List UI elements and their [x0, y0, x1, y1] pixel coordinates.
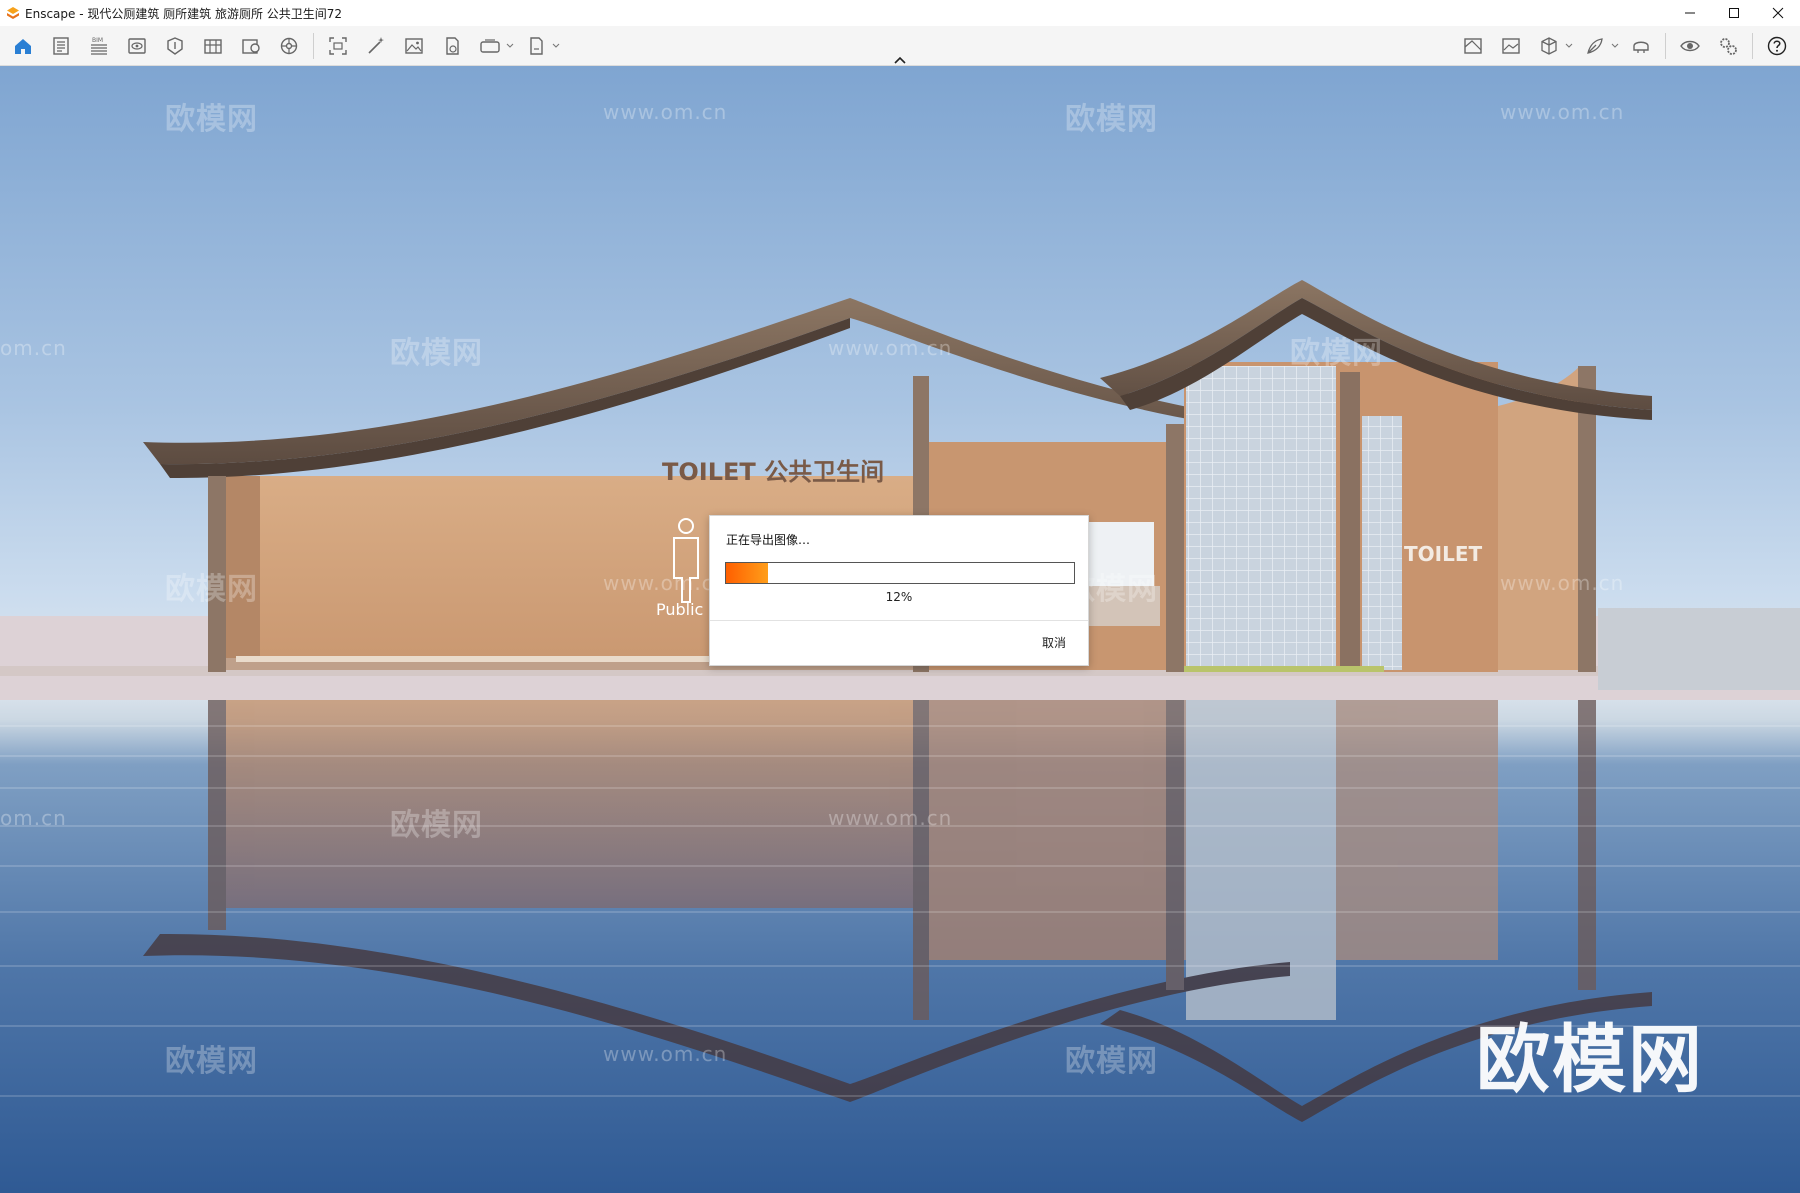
- watermark: 欧模网: [165, 1044, 258, 1079]
- eye-icon: [1680, 40, 1700, 52]
- help-icon: [1767, 36, 1787, 56]
- capture-button[interactable]: [322, 30, 354, 62]
- document-icon: [53, 37, 69, 55]
- map-button[interactable]: [1457, 30, 1489, 62]
- svg-text:BIM: BIM: [92, 37, 103, 44]
- panorama-icon: [480, 39, 500, 53]
- watermark-url: om.cn: [0, 336, 67, 360]
- batch-button[interactable]: [436, 30, 468, 62]
- settings-wheel-button[interactable]: [273, 30, 305, 62]
- chevron-down-icon: [552, 43, 560, 48]
- capture-icon: [329, 37, 347, 55]
- view-icon: [128, 38, 146, 54]
- home-icon: [15, 39, 31, 54]
- chevron-down-icon: [1611, 43, 1619, 48]
- dialog-message: 正在导出图像…: [726, 533, 811, 547]
- magic-button[interactable]: [360, 30, 392, 62]
- progress-bar-fill: [726, 563, 768, 583]
- gears-icon: [1720, 38, 1737, 55]
- toolbar-separator: [313, 33, 314, 59]
- material-button[interactable]: [235, 30, 267, 62]
- brand-watermark: 欧模网: [1476, 1017, 1704, 1103]
- progress-bar: [725, 562, 1075, 584]
- dialog-divider: [710, 620, 1088, 621]
- minimize-button[interactable]: [1668, 0, 1712, 26]
- bim-icon: BIM: [91, 37, 107, 55]
- maximize-button[interactable]: [1712, 0, 1756, 26]
- watermark-url: www.om.cn: [828, 806, 953, 830]
- cube-button[interactable]: [1533, 30, 1565, 62]
- cancel-button[interactable]: 取消: [1042, 634, 1066, 651]
- building-sign-public: Public: [656, 600, 704, 619]
- watermark: 欧模网: [390, 808, 483, 843]
- watermark-url: www.om.cn: [603, 100, 728, 124]
- panorama-dropdown[interactable]: [505, 30, 515, 62]
- library-button[interactable]: [197, 30, 229, 62]
- library-icon: [204, 39, 222, 54]
- bim-button[interactable]: BIM: [83, 30, 115, 62]
- settings-wheel-icon: [280, 37, 298, 55]
- watermark: 欧模网: [390, 336, 483, 371]
- feather-icon: [1587, 38, 1603, 54]
- maximize-icon: [1729, 8, 1739, 18]
- eye-button[interactable]: [1674, 30, 1706, 62]
- magic-icon: [368, 37, 384, 54]
- watermark: 欧模网: [1065, 102, 1158, 137]
- building-sign-main: TOILET 公共卫生间: [662, 458, 885, 486]
- gallery-button[interactable]: [1495, 30, 1527, 62]
- watermark-url: www.om.cn: [828, 336, 953, 360]
- watermark-url: www.om.cn: [1500, 571, 1625, 595]
- asset-button[interactable]: [159, 30, 191, 62]
- vr-button[interactable]: [1625, 30, 1657, 62]
- document-button[interactable]: [45, 30, 77, 62]
- title-bar: Enscape - 现代公厕建筑 厕所建筑 旅游厕所 公共卫生间72: [0, 0, 1800, 26]
- window-title: Enscape - 现代公厕建筑 厕所建筑 旅游厕所 公共卫生间72: [25, 6, 343, 21]
- watermark-url: om.cn: [0, 806, 67, 830]
- chevron-down-icon: [506, 43, 514, 48]
- chevron-down-icon: [1565, 43, 1573, 48]
- watermark: 欧模网: [165, 572, 258, 607]
- view-button[interactable]: [121, 30, 153, 62]
- batch-icon: [446, 37, 459, 55]
- close-icon: [1772, 7, 1784, 19]
- feather-button[interactable]: [1579, 30, 1611, 62]
- asset-icon: [167, 37, 183, 55]
- progress-percent: 12%: [885, 590, 913, 604]
- home-button[interactable]: [7, 30, 39, 62]
- building-sign-right: TOILET: [1404, 542, 1483, 566]
- export-dropdown[interactable]: [551, 30, 561, 62]
- minimize-icon: [1685, 12, 1695, 14]
- vr-icon: [1633, 41, 1649, 53]
- collapse-toolbar-button[interactable]: [890, 54, 910, 66]
- material-icon: [242, 39, 260, 54]
- cube-dropdown[interactable]: [1564, 30, 1574, 62]
- chevron-up-icon: [894, 56, 906, 64]
- watermark: 欧模网: [165, 102, 258, 137]
- watermark: 欧模网: [1065, 1044, 1158, 1079]
- export-progress-dialog: 正在导出图像… 12% 取消: [709, 515, 1089, 666]
- enscape-logo-icon: [7, 7, 19, 19]
- image-icon: [405, 38, 423, 54]
- cube-icon: [1541, 37, 1557, 55]
- watermark-url: www.om.cn: [603, 1042, 728, 1066]
- gears-button[interactable]: [1712, 30, 1744, 62]
- watermark: 欧模网: [1290, 336, 1383, 371]
- export-button[interactable]: [520, 30, 552, 62]
- toolbar-separator: [1752, 33, 1753, 59]
- help-button[interactable]: [1761, 30, 1793, 62]
- feather-dropdown[interactable]: [1610, 30, 1620, 62]
- export-icon: [530, 37, 543, 55]
- watermark-url: www.om.cn: [1500, 100, 1625, 124]
- close-button[interactable]: [1756, 0, 1800, 26]
- map-icon: [1464, 38, 1482, 54]
- panorama-button[interactable]: [474, 30, 506, 62]
- toolbar-separator: [1665, 33, 1666, 59]
- gallery-icon: [1502, 38, 1520, 54]
- image-button[interactable]: [398, 30, 430, 62]
